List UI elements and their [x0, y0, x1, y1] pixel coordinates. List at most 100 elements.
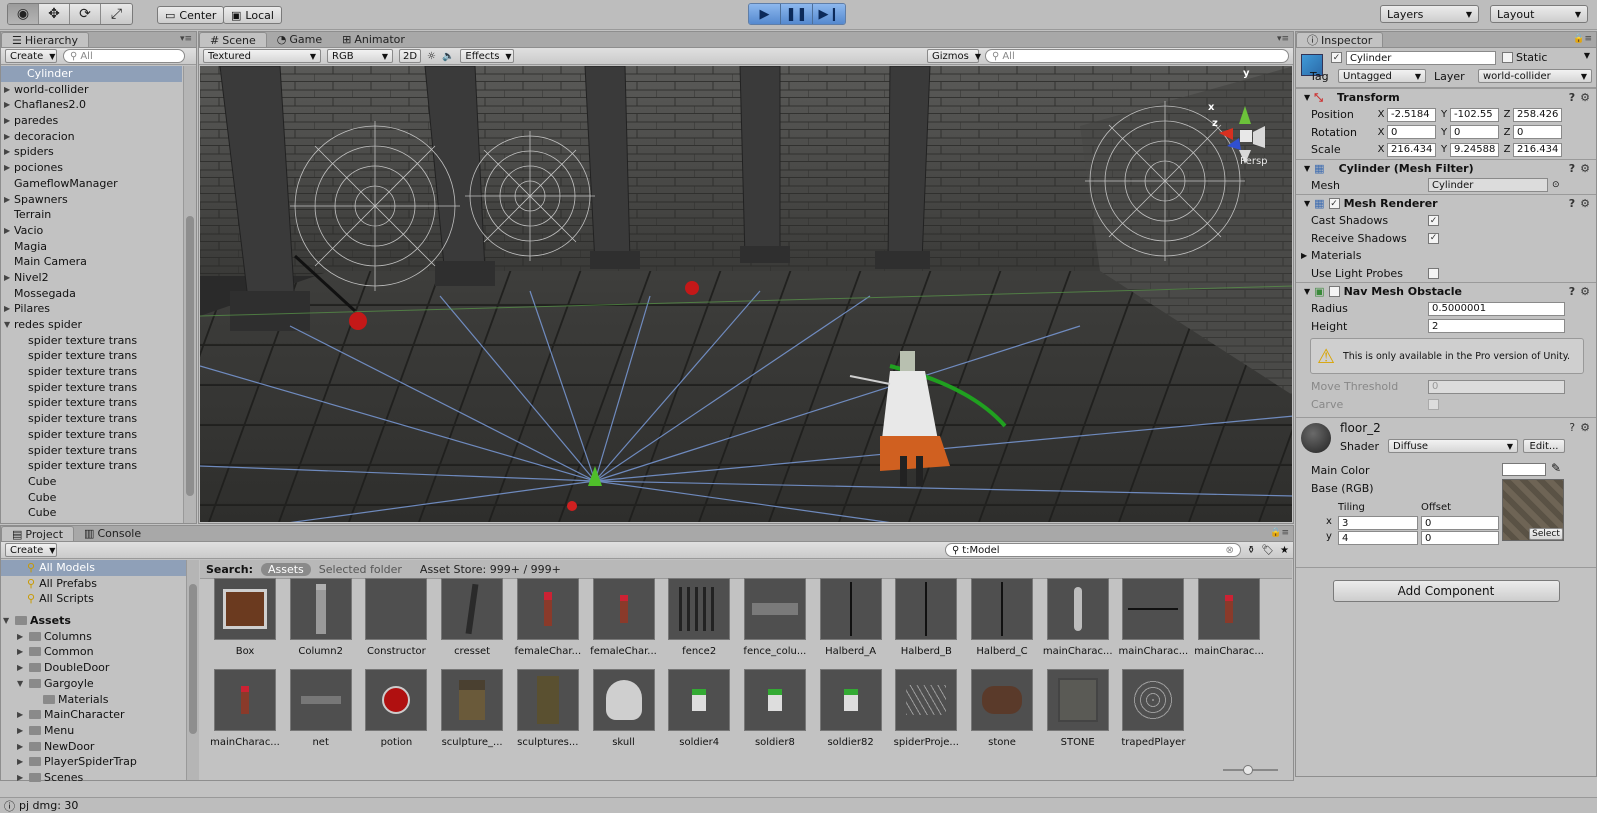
hierarchy-search-input[interactable]: ⚲ All	[63, 49, 185, 63]
main-color-swatch[interactable]	[1502, 463, 1546, 476]
hierarchy-item[interactable]: GameflowManager	[1, 176, 182, 192]
render-mode-dropdown[interactable]: RGB ▼	[327, 49, 393, 63]
texture-select-button[interactable]: Select	[1529, 528, 1563, 540]
cast-shadows-checkbox[interactable]: ✓	[1428, 215, 1439, 227]
tree-scrollbar[interactable]	[186, 560, 199, 780]
tab-animator[interactable]: ⊞ Animator	[332, 32, 415, 47]
shader-dropdown[interactable]: Diffuse ▼	[1388, 439, 1518, 453]
scene-search-input[interactable]: ⚲ All	[985, 49, 1289, 63]
foldout-right-icon[interactable]: ▶	[4, 270, 10, 286]
filter-by-label-icon[interactable]: 🏷	[1261, 545, 1274, 556]
lighting-toggle-icon[interactable]: ☼	[427, 51, 436, 62]
asset-item[interactable]: fence2	[663, 578, 735, 657]
project-create-dropdown[interactable]: Create ▼	[5, 543, 57, 557]
zoom-slider-handle[interactable]	[1243, 765, 1253, 775]
help-icon[interactable]: ?	[1569, 162, 1575, 175]
nav-mesh-enabled-checkbox[interactable]	[1328, 286, 1340, 297]
hierarchy-item[interactable]: ▶ world-collider	[1, 82, 182, 98]
scale-x-field[interactable]: 216.434	[1387, 142, 1436, 157]
tab-game[interactable]: ◔ Game	[267, 32, 332, 47]
favorite-item[interactable]: ⚲ All Scripts	[1, 591, 199, 607]
layout-dropdown[interactable]: Layout ▼	[1490, 5, 1588, 23]
asset-item[interactable]: sculptures...	[512, 669, 584, 748]
light-probes-checkbox[interactable]	[1428, 267, 1439, 279]
asset-item[interactable]: mainCharac...	[1117, 578, 1189, 657]
asset-store-label[interactable]: Asset Store: 999+ / 999+	[420, 563, 561, 576]
foldout-right-icon[interactable]: ▶	[17, 754, 23, 770]
folder-item[interactable]: ▶ Columns	[1, 629, 199, 645]
folder-item[interactable]: ▶ PlayerSpiderTrap	[1, 754, 199, 770]
object-picker-icon[interactable]: ⊙	[1552, 180, 1560, 190]
layer-dropdown[interactable]: world-collider ▼	[1478, 69, 1592, 83]
favorite-star-icon[interactable]: ★	[1280, 545, 1289, 556]
foldout-right-icon[interactable]: ▶	[4, 301, 10, 317]
hierarchy-scrollbar[interactable]	[183, 66, 196, 523]
asset-item[interactable]: Halberd_A	[815, 578, 887, 657]
asset-item[interactable]: sculpture_...	[436, 669, 508, 748]
folder-item[interactable]: ▼ Assets	[1, 613, 199, 629]
hierarchy-item[interactable]: ▶ Chaflanes2.0	[1, 97, 182, 113]
asset-item[interactable]: trapedPlayer	[1117, 669, 1189, 748]
hierarchy-item[interactable]: ▶ Vacio	[1, 223, 182, 239]
folder-item[interactable]: ▶ DoubleDoor	[1, 660, 199, 676]
asset-item[interactable]: net	[285, 669, 357, 748]
step-button[interactable]: ▶❙	[813, 4, 845, 24]
active-checkbox[interactable]: ✓	[1331, 52, 1342, 63]
audio-toggle-icon[interactable]: 🔈	[442, 51, 454, 62]
hierarchy-item[interactable]: Mossegada	[1, 286, 182, 302]
position-y-field[interactable]: -102.55	[1450, 107, 1499, 122]
asset-item[interactable]: soldier82	[815, 669, 887, 748]
hierarchy-item[interactable]: ▶ Pilares	[1, 301, 182, 317]
folder-item[interactable]: ▶ Menu	[1, 723, 199, 739]
object-name-field[interactable]: Cylinder	[1346, 51, 1496, 65]
folder-item[interactable]: ▶ NewDoor	[1, 739, 199, 755]
foldout-right-icon[interactable]: ▶	[4, 129, 10, 145]
hierarchy-item[interactable]: ▼ redes spider	[1, 317, 182, 333]
folder-item[interactable]: ▶ Common	[1, 644, 199, 660]
tiling-y-field[interactable]: 4	[1338, 531, 1418, 545]
hierarchy-item[interactable]: ▶ Spawners	[1, 192, 182, 208]
tag-dropdown[interactable]: Untagged ▼	[1338, 69, 1426, 83]
tab-hierarchy[interactable]: ☰ Hierarchy	[1, 32, 90, 47]
scale-tool-button[interactable]: ⤢	[101, 4, 132, 24]
foldout-right-icon[interactable]: ▶	[4, 223, 10, 239]
hierarchy-item[interactable]: spider texture trans	[1, 458, 182, 474]
asset-item[interactable]: skull	[588, 669, 660, 748]
hierarchy-item[interactable]: ▶ paredes	[1, 113, 182, 129]
status-message[interactable]: pj dmg: 30	[19, 799, 78, 812]
scope-selected-folder-button[interactable]: Selected folder	[319, 563, 402, 576]
hierarchy-scroll-thumb[interactable]	[186, 216, 194, 496]
foldout-right-icon[interactable]: ▶	[17, 644, 23, 660]
asset-item[interactable]: femaleChar...	[512, 578, 584, 657]
receive-shadows-checkbox[interactable]: ✓	[1428, 232, 1439, 244]
hierarchy-item[interactable]: Cube	[1, 474, 182, 490]
gear-icon[interactable]: ⚙	[1580, 285, 1590, 298]
asset-item[interactable]: cresset	[436, 578, 508, 657]
foldout-right-icon[interactable]: ▶	[4, 113, 10, 129]
view-tool-button[interactable]: ◉	[8, 4, 39, 24]
static-checkbox[interactable]	[1502, 52, 1513, 63]
asset-item[interactable]: femaleChar...	[588, 578, 660, 657]
foldout-right-icon[interactable]: ▶	[17, 629, 23, 645]
rotation-x-field[interactable]: 0	[1387, 125, 1436, 140]
foldout-right-icon[interactable]: ▶	[4, 160, 10, 176]
move-tool-button[interactable]: ✥	[39, 4, 70, 24]
help-icon[interactable]: ?	[1569, 285, 1575, 298]
tiling-x-field[interactable]: 3	[1338, 516, 1418, 530]
filter-by-type-icon[interactable]: ⚱	[1247, 545, 1255, 556]
foldout-right-icon[interactable]: ▶	[4, 192, 10, 208]
foldout-right-icon[interactable]: ▶	[4, 82, 10, 98]
eyedropper-icon[interactable]: ✎	[1551, 461, 1561, 475]
folder-item[interactable]: ▼ Gargoyle	[1, 676, 199, 692]
chevron-down-icon[interactable]: ▼	[1584, 51, 1590, 60]
height-field[interactable]: 2	[1428, 319, 1565, 334]
foldout-down-icon[interactable]: ▼	[3, 613, 9, 629]
hierarchy-item[interactable]: spider texture trans	[1, 380, 182, 396]
scope-assets-button[interactable]: Assets	[260, 562, 311, 576]
shading-mode-dropdown[interactable]: Textured ▼	[203, 49, 321, 63]
hierarchy-item[interactable]: ▶ decoracion	[1, 129, 182, 145]
zoom-slider[interactable]	[1223, 765, 1278, 775]
hierarchy-item[interactable]: spider texture trans	[1, 395, 182, 411]
foldout-down-icon[interactable]: ▼	[17, 676, 23, 692]
hierarchy-item[interactable]: spider texture trans	[1, 348, 182, 364]
